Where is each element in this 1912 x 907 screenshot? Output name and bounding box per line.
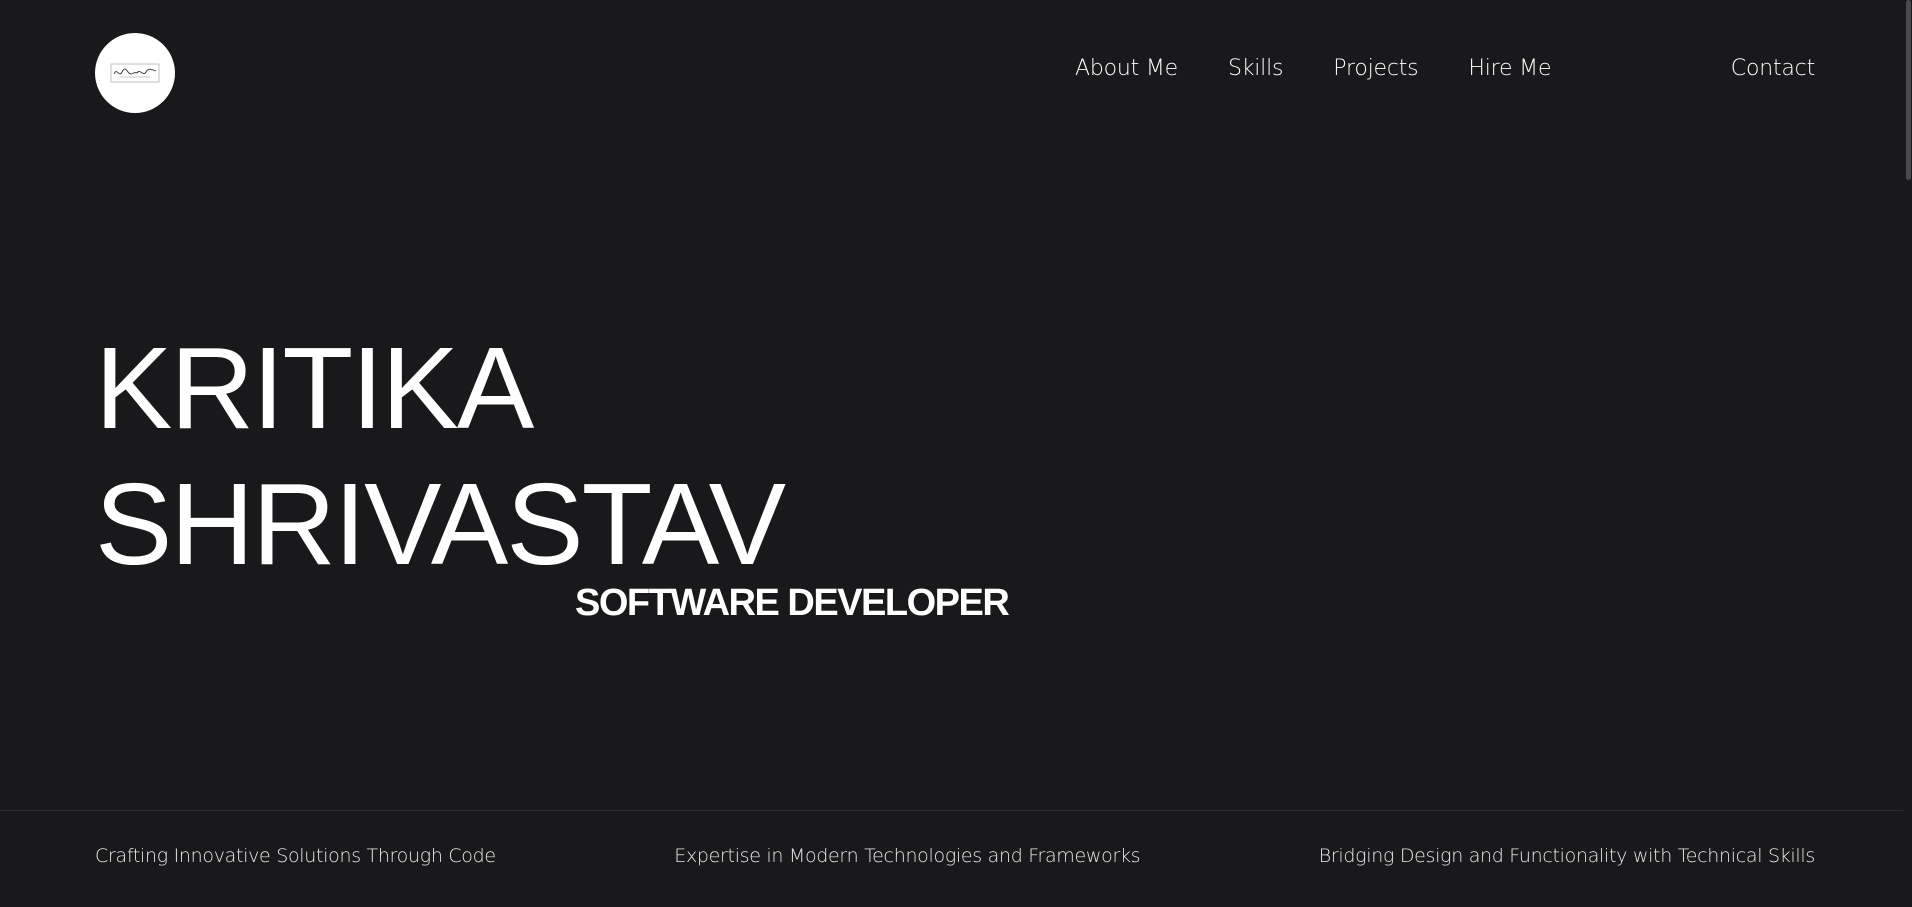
nav-about-me[interactable]: About Me [1075, 56, 1178, 81]
main-nav: About Me Skills Projects Hire Me [1075, 56, 1551, 81]
page-scrollbar[interactable] [1903, 0, 1912, 907]
portfolio-page: About Me Skills Projects Hire Me Contact… [0, 0, 1912, 907]
tagline-item: Crafting Innovative Solutions Through Co… [95, 845, 496, 867]
tagline-item: Bridging Design and Functionality with T… [1318, 845, 1816, 867]
site-header: About Me Skills Projects Hire Me Contact [0, 0, 1912, 150]
contact-link[interactable]: Contact [1731, 56, 1815, 81]
hero-first-name: KRITIKA [95, 323, 534, 453]
tagline-strip: Crafting Innovative Solutions Through Co… [95, 845, 1815, 867]
nav-hire-me[interactable]: Hire Me [1468, 56, 1551, 81]
hero-role: SOFTWARE DEVELOPER [575, 582, 1010, 624]
tagline-item: Expertise in Modern Technologies and Fra… [674, 845, 1141, 867]
nav-skills[interactable]: Skills [1228, 56, 1284, 81]
section-divider [0, 810, 1912, 811]
hero-name: KRITIKA SHRIVASTAV [95, 320, 786, 592]
scrollbar-thumb[interactable] [1906, 0, 1911, 180]
hero-last-name: SHRIVASTAV [95, 459, 786, 589]
signature-logo-art [110, 63, 160, 83]
signature-logo-icon[interactable] [95, 33, 175, 113]
nav-projects[interactable]: Projects [1333, 56, 1418, 81]
